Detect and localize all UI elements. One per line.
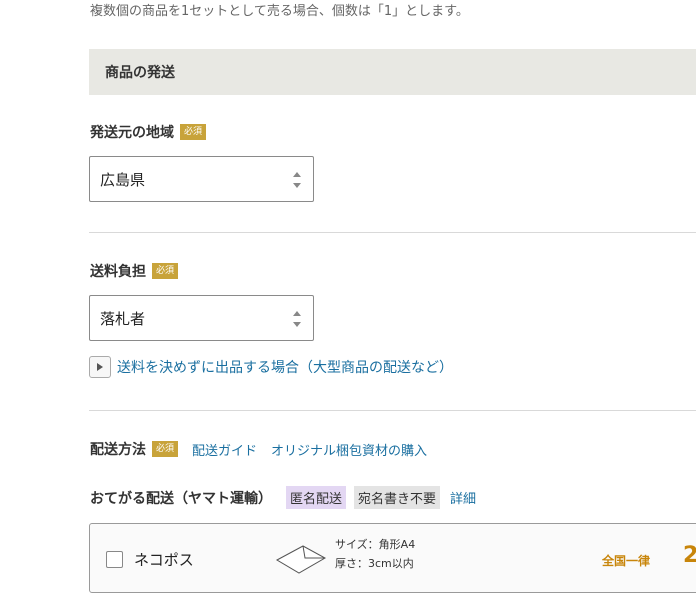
divider [89, 410, 696, 411]
packaging-purchase-link[interactable]: オリジナル梱包資材の購入 [271, 440, 427, 459]
select-arrows-icon [293, 172, 301, 188]
divider [89, 232, 696, 233]
required-badge: 必須 [180, 124, 207, 140]
section-header: 商品の発送 [89, 49, 696, 95]
option-size: サイズ：角形A4 [335, 538, 416, 551]
price-value: 2 [683, 543, 696, 568]
origin-select[interactable]: 広島県 [89, 156, 314, 202]
nekopos-checkbox[interactable] [106, 551, 123, 568]
anonymous-shipping-tag: 匿名配送 [286, 486, 347, 509]
no-address-tag: 宛名書き不要 [354, 486, 441, 509]
required-badge: 必須 [152, 263, 179, 279]
origin-select-value: 広島県 [100, 170, 146, 189]
select-arrows-icon [293, 311, 301, 327]
option-name: ネコポス [134, 551, 194, 569]
shipping-fee-select[interactable]: 落札者 [89, 295, 314, 341]
shipping-fee-label: 送料負担 [90, 264, 146, 280]
no-shipping-fee-toggle-label: 送料を決めずに出品する場合（大型商品の配送など） [117, 360, 453, 376]
no-shipping-fee-toggle[interactable]: 送料を決めずに出品する場合（大型商品の配送など） [89, 356, 453, 378]
origin-label-row: 発送元の地域 必須 [90, 122, 207, 142]
price-label: 全国一律 [602, 554, 651, 568]
carrier-title: おてがる配送（ヤマト運輸） [90, 490, 272, 507]
shipping-fee-label-row: 送料負担 必須 [90, 261, 179, 281]
shipping-guide-link[interactable]: 配送ガイド [192, 440, 257, 459]
origin-label: 発送元の地域 [90, 125, 174, 141]
option-thickness: 厚さ：3cm以内 [335, 557, 414, 570]
section-title: 商品の発送 [105, 65, 175, 81]
envelope-icon [275, 545, 327, 574]
carrier-detail-link[interactable]: 詳細 [450, 488, 476, 507]
carrier-row: おてがる配送（ヤマト運輸） 匿名配送 宛名書き不要 詳細 [90, 486, 476, 509]
top-note: 複数個の商品を1セットとして売る場合、個数は「1」とします。 [90, 4, 469, 19]
required-badge: 必須 [152, 441, 179, 457]
shipping-method-row: 配送方法 必須 配送ガイド オリジナル梱包資材の購入 [90, 439, 427, 459]
nekopos-option-card[interactable]: ネコポス サイズ：角形A4 厚さ：3cm以内 全国一律 2 [89, 523, 696, 593]
shipping-method-label: 配送方法 [90, 442, 146, 458]
caret-right-icon [89, 356, 111, 378]
shipping-fee-select-value: 落札者 [100, 309, 146, 328]
